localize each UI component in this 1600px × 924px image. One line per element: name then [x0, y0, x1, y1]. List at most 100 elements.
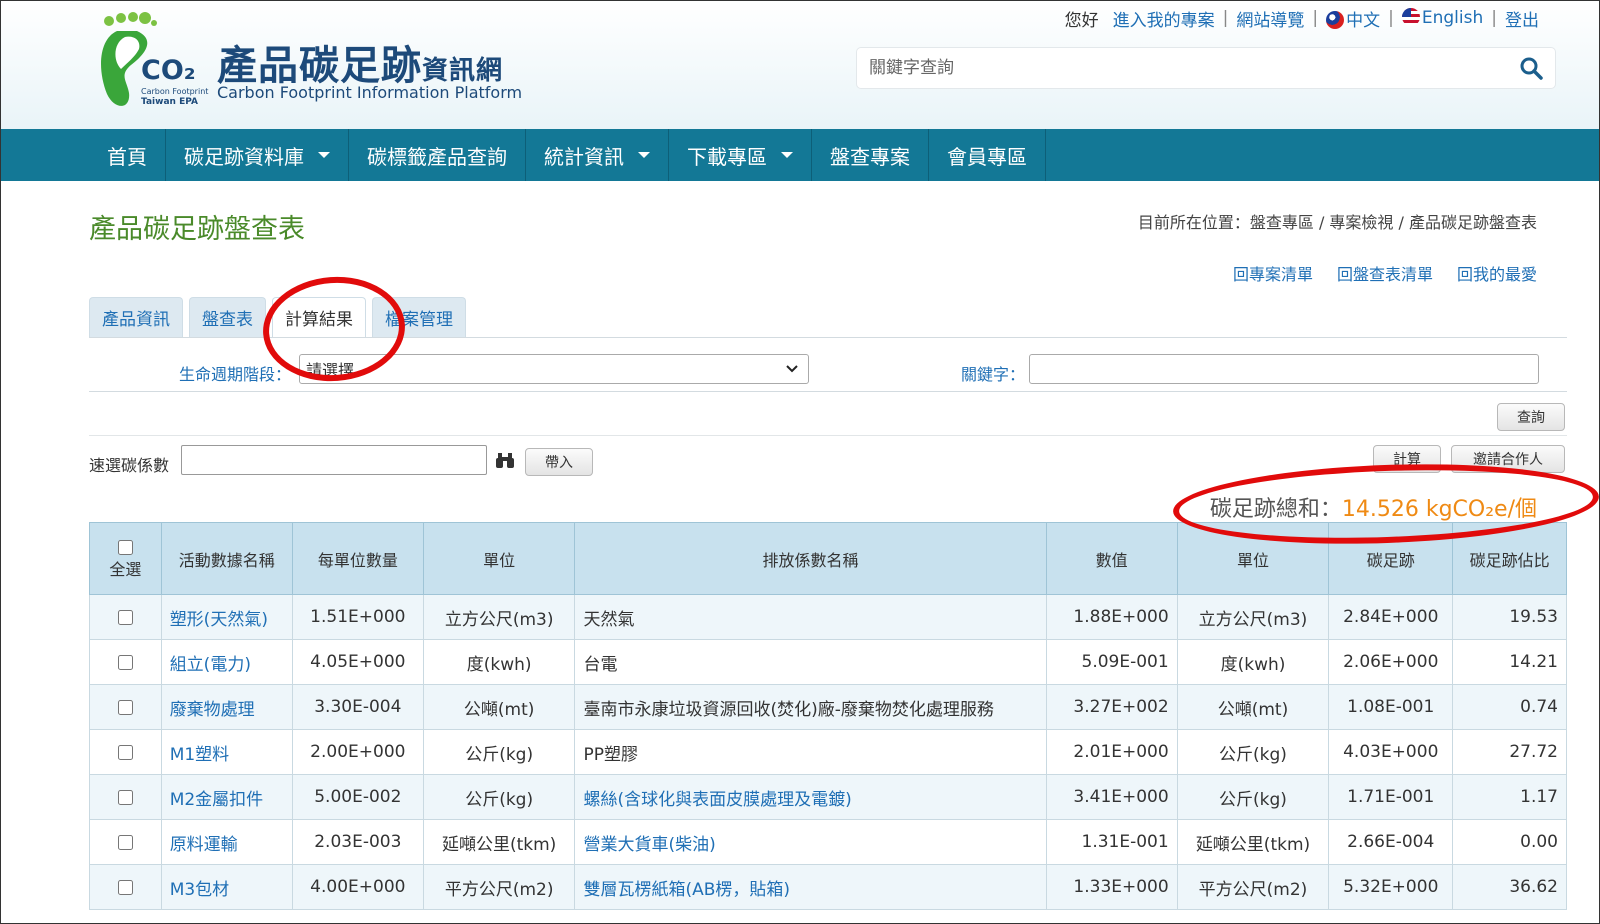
- table-cell: 19.53: [1452, 594, 1567, 640]
- nav-item-member[interactable]: 會員專區: [929, 129, 1046, 181]
- table-row: 原料運輸 2.03E-003 延噸公里(tkm) 營業大貨車(柴油) 1.31E-001…: [89, 819, 1567, 865]
- activity-data-link[interactable]: 塑形(天然氣): [170, 610, 268, 630]
- nav-label: 首頁: [107, 144, 147, 169]
- activity-data-link[interactable]: 原料運輸: [170, 835, 238, 855]
- breadcrumb: 目前所在位置：盤查專區 / 專案檢視 / 產品碳足跡盤查表: [1137, 213, 1537, 232]
- table-cell: 1.88E+000: [1045, 594, 1178, 640]
- column-header: 數值: [1045, 522, 1178, 595]
- row-checkbox[interactable]: [117, 699, 133, 715]
- cell-value: 2.06E+000: [1343, 652, 1439, 672]
- back-to-inventory-list-link[interactable]: 回盤查表清單: [1337, 261, 1433, 285]
- quick-factor-label: 速選碳係數: [89, 456, 170, 475]
- cell-value: 1.71E-001: [1347, 787, 1435, 807]
- table-cell: 1.08E-001: [1328, 684, 1454, 730]
- tab-product-info[interactable]: 產品資訊: [89, 297, 183, 337]
- cell-value: 36.62: [1509, 877, 1558, 897]
- column-header: 碳足跡佔比: [1452, 522, 1567, 595]
- table-cell: 公噸(mt): [422, 684, 576, 730]
- quick-factor-input[interactable]: [181, 445, 487, 475]
- activity-data-link[interactable]: M3包材: [170, 880, 229, 900]
- lifecycle-select[interactable]: 請選擇: [299, 354, 809, 384]
- nav-item-home[interactable]: 首頁: [89, 129, 166, 181]
- row-checkbox[interactable]: [117, 744, 133, 760]
- chinese-link[interactable]: 中文: [1326, 6, 1380, 31]
- table-cell: 0.74: [1452, 684, 1567, 730]
- row-checkbox[interactable]: [117, 789, 133, 805]
- table-cell: 1.71E-001: [1328, 774, 1454, 820]
- query-button[interactable]: 查詢: [1497, 403, 1565, 431]
- cell-value: 27.72: [1509, 742, 1558, 762]
- row-checkbox[interactable]: [117, 654, 133, 670]
- table-row: M1塑料 2.00E+000 公斤(kg) PP塑膠 2.01E+000 公斤(kg) 4.…: [89, 729, 1567, 775]
- tab-bar: 產品資訊 盤查表 計算結果 檔案管理: [89, 297, 466, 337]
- cell-value: 延噸公里(tkm): [1195, 834, 1311, 855]
- table-cell: 3.30E-004: [291, 684, 424, 730]
- calculate-button[interactable]: 計算: [1373, 445, 1441, 473]
- site-logo[interactable]: CO₂ Carbon Footprint Taiwan EPA 產品碳足跡資訊網…: [97, 9, 537, 113]
- nav-item-downloads[interactable]: 下載專區: [669, 129, 812, 181]
- site-search-input[interactable]: [867, 54, 1487, 82]
- nav-item-inventory-projects[interactable]: 盤查專案: [812, 129, 929, 181]
- tab-file-management[interactable]: 檔案管理: [372, 297, 466, 337]
- row-checkbox[interactable]: [117, 609, 133, 625]
- row-checkbox[interactable]: [117, 879, 133, 895]
- emission-factor-link[interactable]: 雙層瓦楞紙箱(AB楞，貼箱): [583, 880, 790, 900]
- activity-data-link[interactable]: M1塑料: [170, 745, 229, 765]
- tab-calculation-result[interactable]: 計算結果: [272, 297, 366, 337]
- sitemap-link[interactable]: 網站導覽: [1236, 6, 1304, 31]
- nav-label: 會員專區: [947, 144, 1027, 169]
- keyword-input[interactable]: [1029, 354, 1539, 384]
- emission-factor-link[interactable]: 營業大貨車(柴油): [583, 835, 715, 855]
- search-icon[interactable]: [1519, 56, 1543, 80]
- table-cell: 公斤(kg): [422, 774, 576, 820]
- import-button[interactable]: 帶入: [525, 448, 593, 476]
- cell-value: 1.08E-001: [1347, 697, 1435, 717]
- cell-value: 延噸公里(tkm): [441, 834, 557, 855]
- site-header: CO₂ Carbon Footprint Taiwan EPA 產品碳足跡資訊網…: [1, 1, 1599, 129]
- table-cell: M3包材: [160, 864, 293, 910]
- table-cell: 塑形(天然氣): [160, 594, 293, 640]
- logout-link[interactable]: 登出: [1505, 6, 1539, 31]
- english-link[interactable]: English: [1401, 8, 1483, 28]
- back-to-favorites-link[interactable]: 回我的最愛: [1457, 261, 1537, 285]
- row-checkbox[interactable]: [117, 834, 133, 850]
- divider: [89, 337, 1567, 338]
- select-all-label: 全選: [109, 560, 142, 579]
- table-cell: 2.06E+000: [1328, 639, 1454, 685]
- greeting-text: 您好: [1064, 10, 1099, 31]
- table-cell: 1.51E+000: [291, 594, 424, 640]
- tab-inventory[interactable]: 盤查表: [189, 297, 266, 337]
- separator: |: [1312, 8, 1319, 28]
- cell-value: 0.00: [1520, 832, 1558, 852]
- cell-value: 3.27E+002: [1073, 697, 1169, 717]
- row-select-cell: [89, 864, 162, 910]
- taiwan-flag-icon: [1326, 10, 1345, 29]
- table-cell: 公斤(kg): [422, 729, 576, 775]
- nav-item-database[interactable]: 碳足跡資料庫: [166, 129, 349, 181]
- cell-value: 臺南市永康垃圾資源回收(焚化)廠-廢棄物焚化處理服務: [583, 699, 994, 720]
- activity-data-link[interactable]: 組立(電力): [170, 655, 251, 675]
- invite-collaborator-button[interactable]: 邀請合作人: [1451, 445, 1565, 473]
- logo-subtitle: Carbon Footprint Information Platform: [217, 83, 523, 102]
- activity-data-link[interactable]: M2金屬扣件: [170, 790, 263, 810]
- emission-factor-link[interactable]: 螺絲(含球化與表面皮膜處理及電鍍): [583, 790, 851, 810]
- nav-label: 碳足跡資料庫: [184, 144, 304, 169]
- cell-value: 2.01E+000: [1073, 742, 1169, 762]
- table-cell: 1.31E-001: [1045, 819, 1178, 865]
- table-cell: 1.33E+000: [1045, 864, 1178, 910]
- quick-links: 回專案清單 回盤查表清單 回我的最愛: [1233, 261, 1537, 285]
- select-all-checkbox[interactable]: [117, 540, 133, 555]
- table-cell: 廢棄物處理: [160, 684, 293, 730]
- back-to-projects-link[interactable]: 回專案清單: [1233, 261, 1313, 285]
- cell-value: 公噸(mt): [1217, 699, 1289, 720]
- binoculars-icon[interactable]: [495, 451, 515, 469]
- nav-item-statistics[interactable]: 統計資訊: [526, 129, 669, 181]
- nav-item-label-search[interactable]: 碳標籤產品查詢: [349, 129, 526, 181]
- activity-data-link[interactable]: 廢棄物處理: [170, 700, 255, 720]
- my-project-link[interactable]: 進入我的專案: [1113, 6, 1215, 31]
- cell-value: 3.41E+000: [1073, 787, 1169, 807]
- nav-label: 碳標籤產品查詢: [367, 144, 507, 169]
- table-cell: 延噸公里(tkm): [422, 819, 576, 865]
- table-cell: 台電: [574, 639, 1047, 685]
- chevron-down-icon: [786, 365, 798, 373]
